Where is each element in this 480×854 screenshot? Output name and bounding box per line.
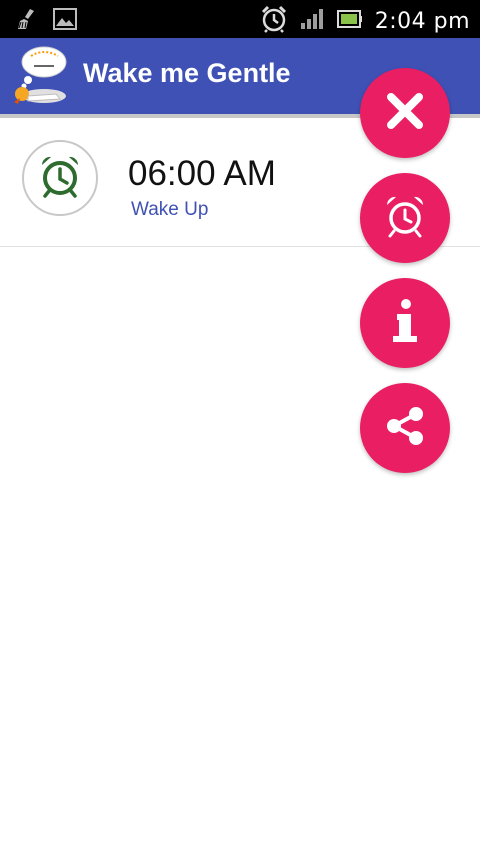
app-title: Wake me Gentle [83, 58, 291, 88]
image-icon [52, 7, 78, 36]
status-time: 2:04 pm [374, 9, 470, 34]
share-icon [382, 403, 428, 454]
broom-icon [14, 7, 38, 36]
alarm-label: Wake Up [131, 199, 209, 220]
alarm-toggle[interactable] [22, 140, 98, 216]
alarm-clock-icon [37, 153, 83, 204]
alarm-clock-icon [261, 5, 287, 38]
alarm-clock-icon [382, 193, 428, 244]
signal-icon [299, 7, 325, 36]
info-fab-button[interactable] [360, 278, 450, 368]
info-icon [387, 298, 423, 349]
alarm-time: 06:00 AM [128, 154, 276, 193]
add-alarm-fab-button[interactable] [360, 173, 450, 263]
app-logo [6, 44, 70, 108]
close-fab-button[interactable] [360, 68, 450, 158]
status-bar: 2:04 pm [0, 0, 480, 38]
share-fab-button[interactable] [360, 383, 450, 473]
battery-icon [336, 8, 363, 35]
close-icon [385, 91, 425, 136]
